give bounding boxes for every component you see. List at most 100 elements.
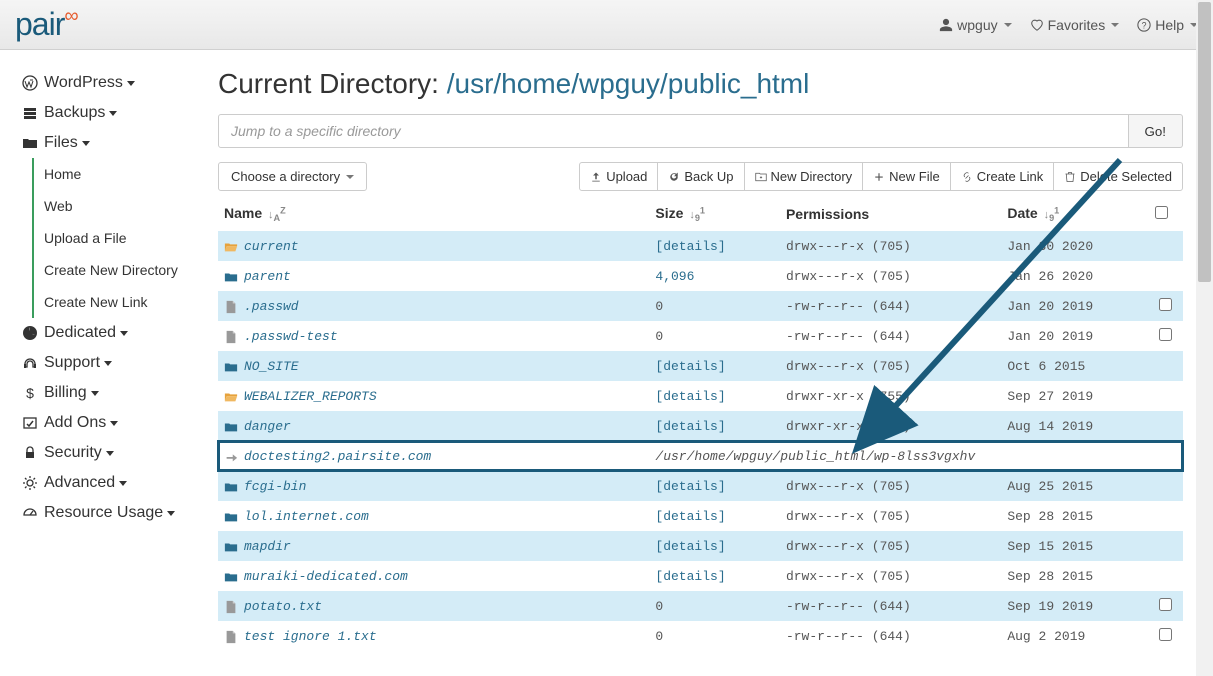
caret-icon [110, 421, 118, 426]
row-checkbox[interactable] [1159, 598, 1172, 611]
column-date[interactable]: Date ↓91 [1001, 197, 1149, 231]
table-row[interactable]: WEBALIZER_REPORTS [details] drwxr-xr-x (75… [218, 381, 1183, 411]
file-name[interactable]: potato.txt [244, 599, 322, 614]
sidebar-item-backups[interactable]: Backups [22, 98, 200, 128]
table-row[interactable]: mapdir[details]drwx---r-x (705)Sep 15 20… [218, 531, 1183, 561]
column-name[interactable]: Name ↓AZ [218, 197, 649, 231]
sidebar-item-add-ons[interactable]: Add Ons [22, 408, 200, 438]
scrollbar-thumb[interactable] [1198, 2, 1211, 282]
details-link[interactable]: [details] [655, 539, 725, 554]
sidebar-subitem-home[interactable]: Home [34, 158, 200, 190]
caret-icon [82, 141, 90, 146]
table-row[interactable]: muraiki-dedicated.com[details]drwx---r-x… [218, 561, 1183, 591]
file-permissions: drwxr-xr-x (755) [786, 389, 911, 404]
sidebar-subitem-create-new-link[interactable]: Create New Link [34, 286, 200, 318]
table-row[interactable]: fcgi-bin[details]drwx---r-x (705)Aug 25 … [218, 471, 1183, 501]
column-size[interactable]: Size ↓91 [649, 197, 780, 231]
details-link[interactable]: 4,096 [655, 269, 694, 284]
file-name[interactable]: mapdir [244, 539, 291, 554]
sidebar-item-billing[interactable]: $Billing [22, 378, 200, 408]
action-toolbar: Upload Back Up New Directory New File Cr… [580, 162, 1183, 191]
table-row[interactable]: potato.txt0-rw-r--r-- (644)Sep 19 2019 [218, 591, 1183, 621]
sidebar-item-security[interactable]: Security [22, 438, 200, 468]
sidebar-item-support[interactable]: Support [22, 348, 200, 378]
page-title: Current Directory: /usr/home/wpguy/publi… [218, 68, 1183, 100]
user-label: wpguy [957, 17, 997, 33]
file-date: Sep 27 2019 [1007, 389, 1093, 404]
file-name[interactable]: test ignore 1.txt [244, 629, 377, 644]
favorites-label: Favorites [1048, 17, 1106, 33]
file-name[interactable]: lol.internet.com [244, 509, 369, 524]
table-row[interactable]: lol.internet.com[details]drwx---r-x (705… [218, 501, 1183, 531]
logo[interactable]: pair ∞ [15, 6, 79, 43]
row-checkbox[interactable] [1159, 328, 1172, 341]
user-menu[interactable]: wpguy [939, 17, 1011, 33]
sidebar-subitem-create-new-directory[interactable]: Create New Directory [34, 254, 200, 286]
upload-button[interactable]: Upload [579, 162, 658, 191]
sidebar-item-advanced[interactable]: Advanced [22, 468, 200, 498]
caret-icon [127, 81, 135, 86]
table-row[interactable]: doctesting2.pairsite.com/usr/home/wpguy/… [218, 441, 1183, 471]
svg-text:$: $ [26, 385, 34, 401]
favorites-menu[interactable]: Favorites [1030, 17, 1120, 33]
details-link[interactable]: [details] [655, 389, 725, 404]
file-permissions: drwx---r-x (705) [786, 359, 911, 374]
new-directory-button[interactable]: New Directory [744, 162, 864, 191]
sidebar-item-files[interactable]: Files [22, 128, 200, 158]
file-name[interactable]: doctesting2.pairsite.com [244, 449, 431, 464]
caret-icon [1004, 23, 1012, 27]
table-row[interactable]: parent4,096drwx---r-x (705)Jan 26 2020 [218, 261, 1183, 291]
caret-icon [120, 331, 128, 336]
row-checkbox[interactable] [1159, 628, 1172, 641]
table-row[interactable]: .passwd-test0-rw-r--r-- (644)Jan 20 2019 [218, 321, 1183, 351]
sidebar-subitem-web[interactable]: Web [34, 190, 200, 222]
help-icon: ? [1137, 18, 1151, 32]
details-link[interactable]: [details] [655, 479, 725, 494]
table-row[interactable]: NO_SITE[details]drwx---r-x (705)Oct 6 20… [218, 351, 1183, 381]
details-link[interactable]: [details] [655, 419, 725, 434]
details-link[interactable]: [details] [655, 359, 725, 374]
table-row[interactable]: .passwd0-rw-r--r-- (644)Jan 20 2019 [218, 291, 1183, 321]
sidebar-item-wordpress[interactable]: WordPress [22, 68, 200, 98]
help-menu[interactable]: ? Help [1137, 17, 1198, 33]
delete-selected-button[interactable]: Delete Selected [1053, 162, 1183, 191]
file-name[interactable]: .passwd-test [244, 329, 338, 344]
file-name[interactable]: muraiki-dedicated.com [244, 569, 408, 584]
create-link-button[interactable]: Create Link [950, 162, 1054, 191]
caret-icon [104, 361, 112, 366]
file-name[interactable]: WEBALIZER_REPORTS [244, 389, 377, 404]
column-permissions[interactable]: Permissions [780, 197, 1001, 231]
details-link[interactable]: [details] [655, 569, 725, 584]
details-link[interactable]: [details] [655, 509, 725, 524]
file-name[interactable]: NO_SITE [244, 359, 299, 374]
file-permissions: -rw-r--r-- (644) [786, 599, 911, 614]
file-name[interactable]: .passwd [244, 299, 299, 314]
file-date: Sep 28 2015 [1007, 509, 1093, 524]
sidebar-subitem-upload-a-file[interactable]: Upload a File [34, 222, 200, 254]
row-checkbox[interactable] [1159, 298, 1172, 311]
go-button[interactable]: Go! [1129, 114, 1183, 148]
file-size: 0 [655, 599, 663, 614]
logo-infinity-icon: ∞ [64, 5, 78, 28]
file-name[interactable]: current [244, 239, 299, 254]
table-row[interactable]: current[details]drwx---r-x (705)Jan 30 2… [218, 231, 1183, 261]
file-name[interactable]: danger [244, 419, 291, 434]
table-row[interactable]: danger[details]drwxr-xr-x (755)Aug 14 20… [218, 411, 1183, 441]
file-name[interactable]: parent [244, 269, 291, 284]
column-select-all[interactable] [1149, 197, 1183, 231]
scrollbar[interactable] [1196, 0, 1213, 676]
details-link[interactable]: [details] [655, 239, 725, 254]
user-icon [939, 18, 953, 32]
file-date: Jan 26 2020 [1007, 269, 1093, 284]
sidebar-item-resource-usage[interactable]: Resource Usage [22, 498, 200, 528]
new-file-button[interactable]: New File [862, 162, 951, 191]
backup-button[interactable]: Back Up [657, 162, 744, 191]
svg-text:?: ? [1142, 20, 1147, 30]
jump-directory-input[interactable] [218, 114, 1129, 148]
file-name[interactable]: fcgi-bin [244, 479, 306, 494]
sort-icon: ↓91 [1044, 209, 1060, 221]
choose-directory-button[interactable]: Choose a directory [218, 162, 367, 191]
sidebar-item-dedicated[interactable]: Dedicated [22, 318, 200, 348]
select-all-checkbox[interactable] [1155, 206, 1168, 219]
table-row[interactable]: test ignore 1.txt0-rw-r--r-- (644)Aug 2 … [218, 621, 1183, 651]
